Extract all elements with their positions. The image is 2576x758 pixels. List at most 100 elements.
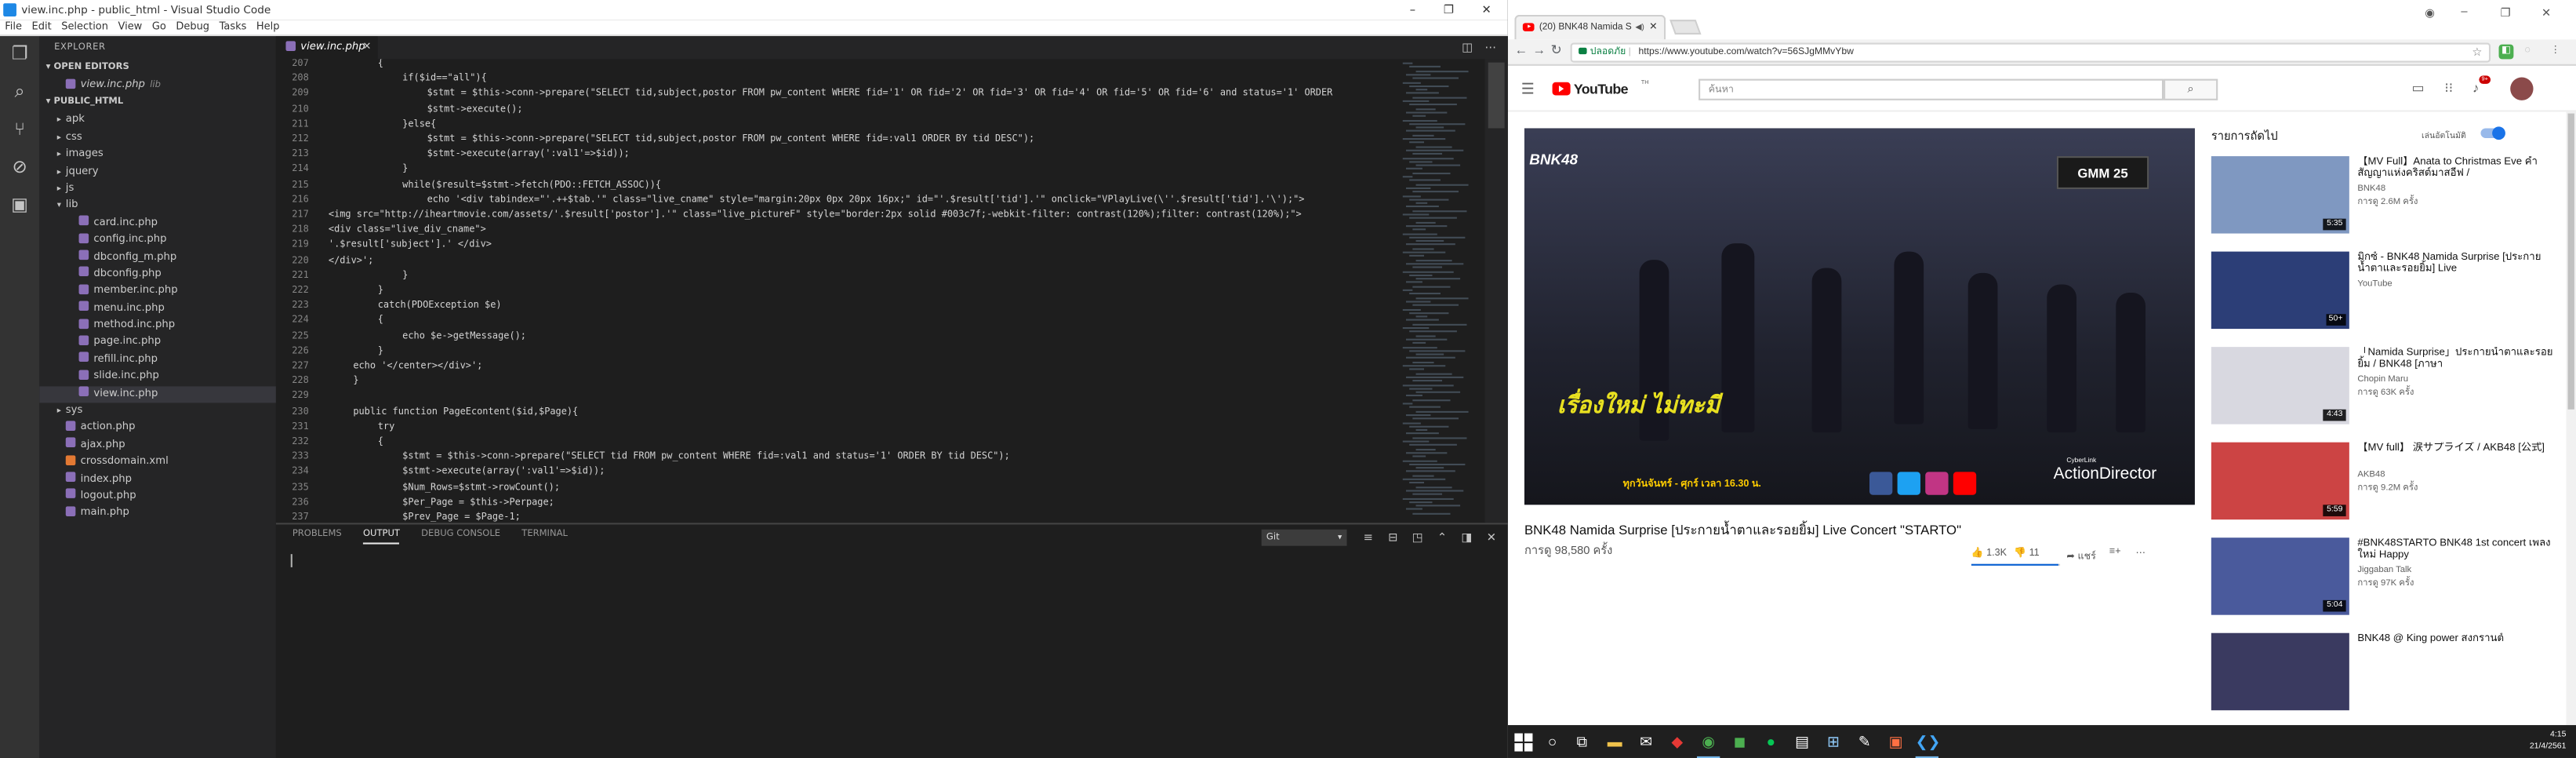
explorer-item[interactable]: crossdomain.xml (39, 454, 276, 472)
speaker-icon[interactable]: ◀) (1635, 16, 1644, 39)
network-icon[interactable]: ⊞ (1822, 730, 1844, 753)
recommended-title[interactable]: 【MV full】 涙サプライズ / AKB48 [公式] (2357, 443, 2554, 455)
debug-icon[interactable]: ⊘ (8, 156, 31, 179)
toggle-panel-icon[interactable]: ◨ (1459, 530, 1475, 546)
guide-menu-icon[interactable]: ☰ (1521, 81, 1535, 99)
chrome-menu-icon[interactable]: ⋮ (2548, 45, 2563, 60)
recommended-video[interactable]: BNK48 @ King power สงกรานต์ (2211, 632, 2556, 716)
explorer-item[interactable]: member.inc.php (39, 283, 276, 301)
explorer-item[interactable]: slide.inc.php (39, 369, 276, 386)
recommended-video[interactable]: 50+ มิกซ์ - BNK48 Namida Surprise [ประกาย… (2211, 251, 2556, 334)
recommended-title[interactable]: BNK48 @ King power สงกรานต์ (2357, 633, 2554, 646)
menu-tasks[interactable]: Tasks (214, 21, 251, 33)
video-thumbnail[interactable]: 5:35 (2211, 156, 2349, 234)
new-tab-button[interactable] (1669, 20, 1702, 35)
terminal-icon[interactable]: ▤ (1790, 730, 1813, 753)
explorer-item[interactable]: view.inc.php (39, 385, 276, 403)
recommended-title[interactable]: 【MV Full】Anata to Christmas Eve ค่ำสัญญา… (2357, 156, 2554, 180)
search-input[interactable]: ค้นหา (1699, 78, 2164, 100)
menu-view[interactable]: View (113, 21, 147, 33)
vscode-taskbar-icon[interactable]: ❮❯ (1915, 730, 1940, 758)
video-thumbnail[interactable]: 5:04 (2211, 538, 2349, 615)
close-icon[interactable]: ✕ (2541, 6, 2551, 20)
panel-tab-debug-console[interactable]: DEBUG CONSOLE (421, 530, 500, 545)
back-icon[interactable]: ← (1514, 42, 1528, 57)
explorer-item[interactable]: logout.php (39, 488, 276, 505)
youtube-logo-text[interactable]: YouTube (1574, 81, 1629, 97)
panel-tab-problems[interactable]: PROBLEMS (292, 530, 342, 545)
extension-icon-2[interactable]: ◌ (2520, 45, 2535, 60)
explorer-item[interactable]: ▸ jquery (39, 164, 276, 181)
share-button[interactable]: ➦ แชร์ (2066, 548, 2095, 564)
video-thumbnail[interactable] (2211, 632, 2349, 711)
file-explorer-icon[interactable]: ▬ (1604, 730, 1626, 753)
extensions-icon[interactable]: ▣ (8, 194, 31, 217)
forward-icon[interactable]: → (1532, 42, 1546, 57)
search-icon[interactable]: ⌕ (8, 81, 31, 104)
explorer-item[interactable]: method.inc.php (39, 318, 276, 335)
system-clock[interactable]: 4:15 21/4/2561 (2530, 730, 2567, 753)
profile-icon[interactable]: ◉ (2425, 6, 2435, 20)
menu-go[interactable]: Go (147, 21, 172, 33)
scrollbar-thumb[interactable] (1488, 62, 1505, 129)
more-actions-icon[interactable]: ⋯ (2135, 548, 2145, 559)
extension-icon[interactable]: ◧ (2498, 44, 2514, 60)
avatar[interactable] (2510, 77, 2534, 100)
recommended-video[interactable]: 5:04 #BNK48STARTO BNK48 1st concert เพลงใ… (2211, 538, 2556, 620)
explorer-item[interactable]: dbconfig_m.php (39, 249, 276, 266)
video-thumbnail[interactable]: 4:43 (2211, 347, 2349, 425)
recommended-title[interactable]: มิกซ์ - BNK48 Namida Surprise [ประกายน้ำ… (2357, 252, 2554, 276)
explorer-item[interactable]: card.inc.php (39, 215, 276, 232)
recommended-video[interactable]: 5:35 【MV Full】Anata to Christmas Eve ค่ำส… (2211, 156, 2556, 239)
close-tab-icon[interactable]: ✕ (1649, 16, 1658, 39)
explorer-item[interactable]: ▸ sys (39, 403, 276, 420)
minimize-icon[interactable]: – (2461, 6, 2467, 18)
minimap[interactable] (1399, 59, 1485, 523)
notification-bell-icon[interactable]: ♪ (2472, 81, 2479, 96)
close-tab-icon[interactable]: ✕ (362, 36, 371, 59)
recommended-title[interactable]: #BNK48STARTO BNK48 1st concert เพลงใหม่ … (2357, 538, 2554, 562)
project-section[interactable]: ▾ PUBLIC_HTML (39, 94, 276, 112)
search-button[interactable]: ⌕ (2164, 78, 2218, 100)
menu-file[interactable]: File (0, 21, 27, 33)
open-log-icon[interactable]: ◳ (1409, 530, 1426, 546)
chrome-icon[interactable]: ◉ (1696, 730, 1720, 758)
open-editor-item[interactable]: view.inc.php lib (39, 77, 276, 94)
line-icon[interactable]: ◼ (1728, 730, 1751, 753)
explorer-item[interactable]: menu.inc.php (39, 301, 276, 318)
video-thumbnail[interactable]: 5:59 (2211, 442, 2349, 520)
autoplay-toggle[interactable] (2480, 126, 2505, 140)
clear-output-icon[interactable]: ≡ (1360, 530, 1376, 546)
recommended-video[interactable]: 5:59 【MV full】 涙サプライズ / AKB48 [公式] AKB48 กา… (2211, 442, 2556, 525)
search-icon[interactable]: ○ (1541, 730, 1564, 753)
explorer-item[interactable]: ▸ images (39, 147, 276, 164)
open-editors-section[interactable]: ▾ OPEN EDITORS (39, 59, 276, 77)
youtube-logo-icon[interactable] (1552, 82, 1571, 96)
source-control-icon[interactable]: ⑂ (8, 118, 31, 141)
explorer-item[interactable]: dbconfig.php (39, 266, 276, 283)
editor-scrollbar[interactable] (1484, 59, 1508, 523)
media-icon[interactable]: ▣ (1884, 730, 1907, 753)
chat-icon[interactable]: ● (1760, 730, 1782, 753)
explorer-item[interactable]: ajax.php (39, 437, 276, 454)
editor-tab-view-inc-php[interactable]: view.inc.php ✕ (275, 36, 378, 60)
minimize-icon[interactable]: – (1394, 0, 1430, 20)
recommended-video[interactable]: 4:43 「Namida Surprise」ประกายน้ำตาและรอยยิ… (2211, 347, 2556, 429)
add-to-playlist-icon[interactable]: ≡+ (2109, 548, 2121, 558)
output-channel-select[interactable]: Git ▾ (1261, 529, 1347, 546)
start-button[interactable] (1511, 730, 1534, 753)
panel-tab-output[interactable]: OUTPUT (362, 530, 400, 545)
like-button[interactable]: 👍 1.3K (1971, 548, 2007, 559)
menu-edit[interactable]: Edit (27, 21, 56, 33)
restore-icon[interactable]: ❐ (2501, 6, 2511, 20)
close-icon[interactable]: ✕ (1469, 0, 1505, 20)
bookmark-star-icon[interactable]: ☆ (2472, 45, 2482, 63)
task-view-icon[interactable]: ⧉ (1571, 730, 1593, 753)
panel-tab-terminal[interactable]: TERMINAL (521, 530, 568, 545)
more-actions-icon[interactable]: ⋯ (1485, 36, 1497, 59)
explorer-item[interactable]: action.php (39, 420, 276, 437)
code-editor[interactable]: 207 {208 if($id=="all"){209 $stmt = $this->… (276, 59, 1400, 523)
explorer-item[interactable]: refill.inc.php (39, 352, 276, 369)
explorer-item[interactable]: ▸ js (39, 180, 276, 198)
split-editor-icon[interactable]: ◫ (1462, 36, 1473, 59)
